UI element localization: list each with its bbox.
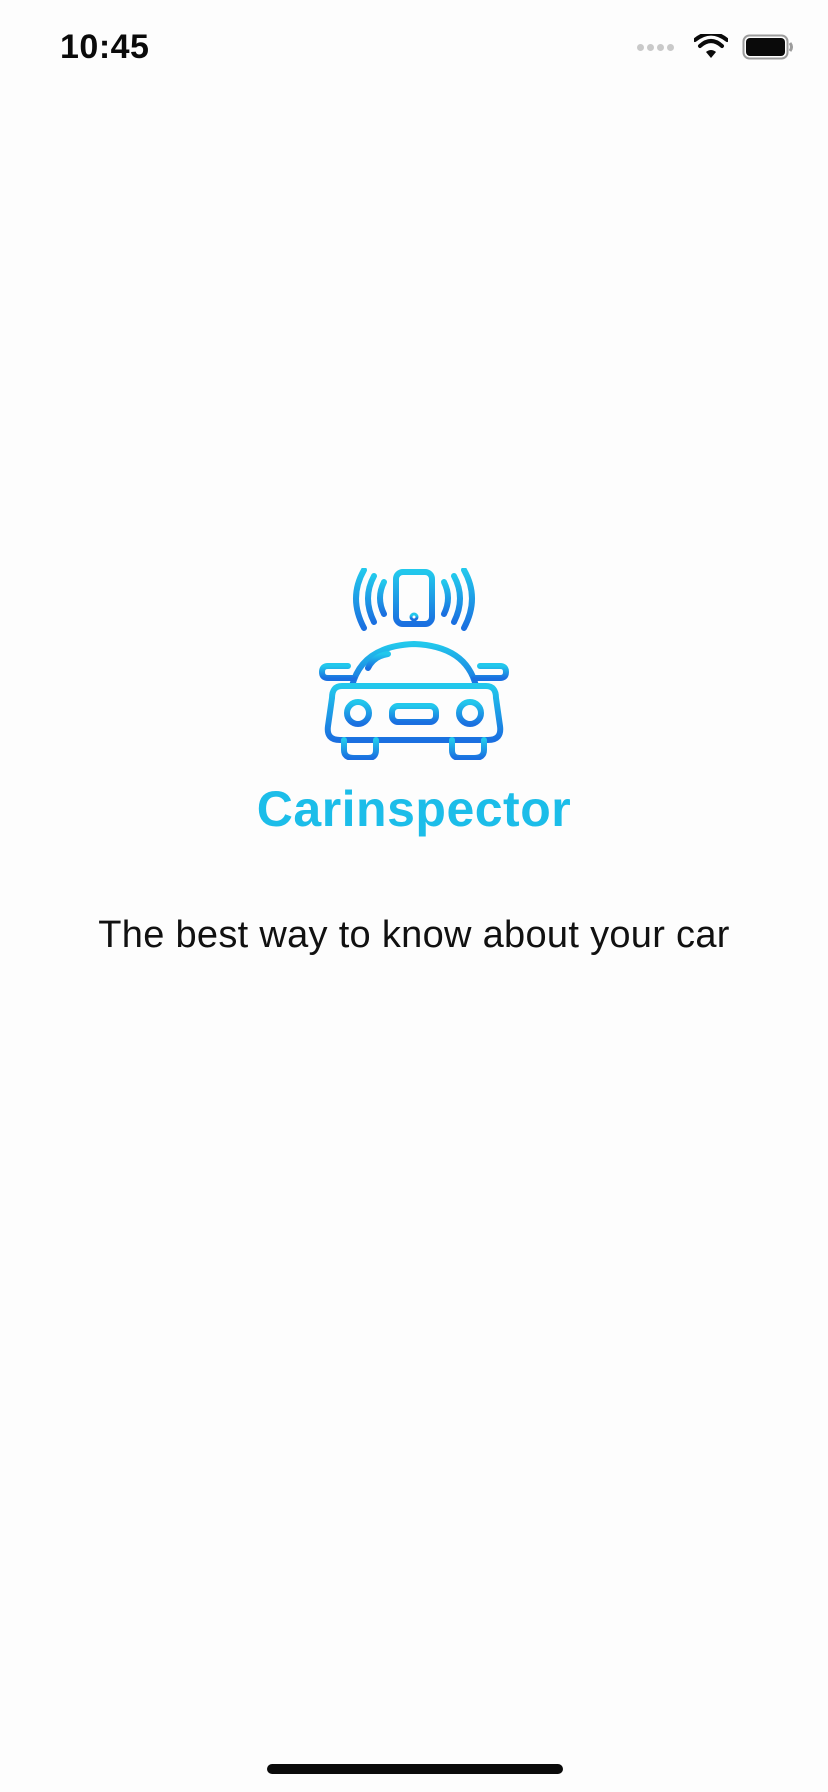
- signal-dots-icon: [637, 43, 674, 51]
- status-bar: 10:45: [0, 0, 828, 96]
- wifi-icon: [694, 34, 728, 58]
- status-icons: [637, 34, 794, 60]
- status-time: 10:45: [60, 28, 150, 66]
- app-name: Carinspector: [256, 781, 572, 837]
- battery-icon: [742, 34, 793, 60]
- car-phone-signal-icon: [318, 567, 510, 761]
- home-indicator[interactable]: [267, 1764, 563, 1774]
- tagline: The best way to know about your car: [98, 914, 730, 956]
